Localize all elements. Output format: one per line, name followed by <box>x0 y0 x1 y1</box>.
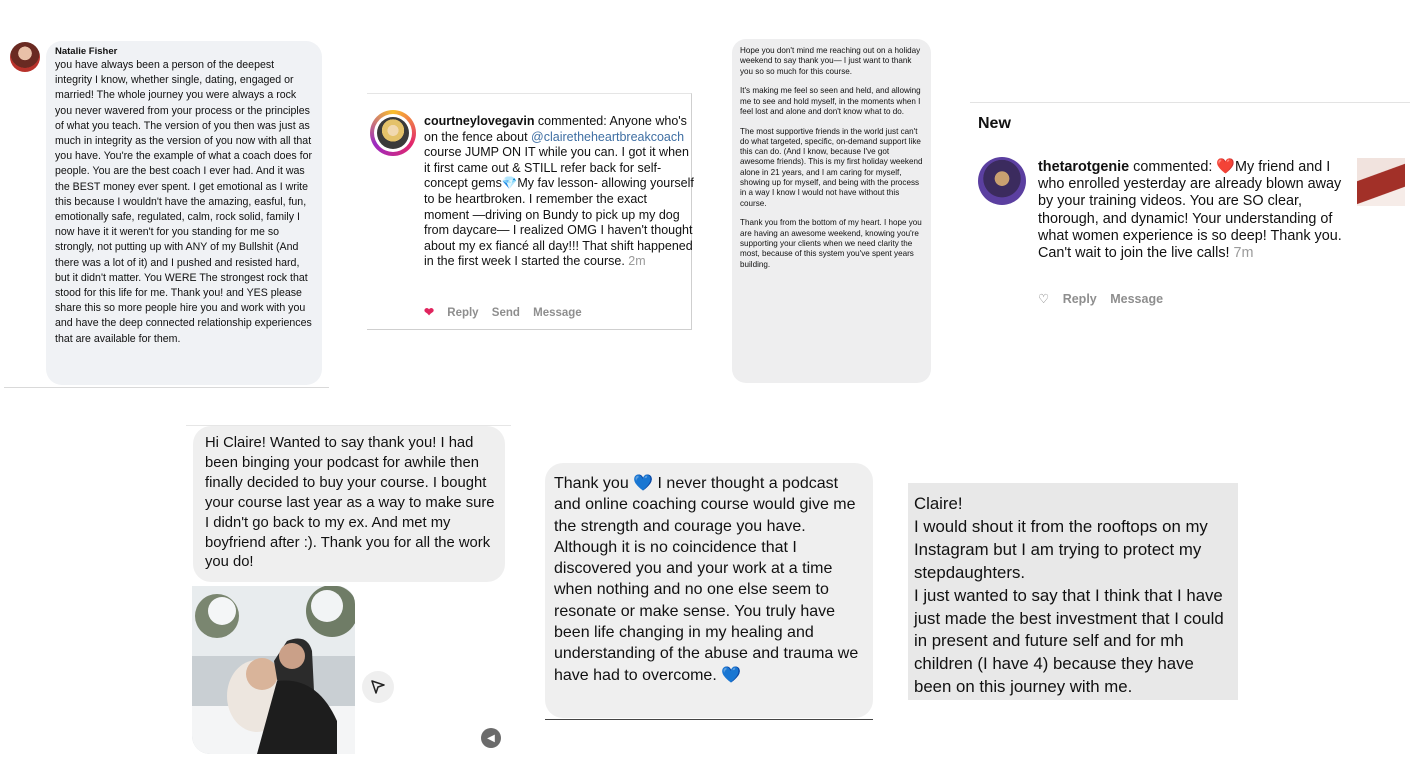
comment-lead: commented: <box>1129 159 1217 175</box>
heart-outline-icon[interactable]: ♡ <box>1038 292 1049 306</box>
comment-actions: ♡ Reply Message <box>1038 291 1173 306</box>
heart-icon: ❤️ <box>1216 158 1236 175</box>
courtney-avatar[interactable] <box>377 117 409 149</box>
comment-time: 2m <box>628 254 646 269</box>
message-paragraph: Thank you from the bottom of my heart. I… <box>740 218 922 269</box>
comment-time: 7m <box>1233 245 1254 262</box>
post-thumbnail[interactable] <box>1357 158 1405 206</box>
divider <box>970 102 1410 103</box>
blue-heart-icon: 💙 <box>633 475 654 492</box>
message-bubble: Hi Claire! Wanted to say thank you! I ha… <box>193 426 505 582</box>
comment-username[interactable]: courtneylovegavin <box>424 114 534 128</box>
divider <box>4 387 329 388</box>
blue-heart-icon: 💙 <box>721 666 742 684</box>
instagram-comment-text: courtneylovegavin commented: Anyone who'… <box>424 114 694 270</box>
divider <box>545 719 873 720</box>
message-body: I never thought a podcast and online coa… <box>554 475 859 684</box>
reply-button[interactable]: Reply <box>447 307 478 319</box>
message-bubble: Thank you 💙 I never thought a podcast an… <box>545 463 873 718</box>
message-line: I just wanted to say that I think that I… <box>914 585 1224 697</box>
reply-button[interactable]: Reply <box>1063 292 1097 306</box>
facebook-comment-bubble: Natalie Fisher you have always been a pe… <box>46 41 322 385</box>
message-button[interactable]: Message <box>533 307 582 319</box>
comment-body: course JUMP ON IT while you can. I got i… <box>424 145 694 269</box>
instagram-comment-text: thetarotgenie commented: ❤️My friend and… <box>1038 158 1348 262</box>
tarotgenie-avatar[interactable] <box>978 157 1026 205</box>
sound-icon[interactable]: ◀ <box>481 728 501 748</box>
natalie-avatar[interactable] <box>10 42 40 72</box>
mention-link[interactable]: @claire​theheartbreakcoach <box>531 130 684 144</box>
send-icon[interactable] <box>362 671 394 703</box>
message-bubble: Hope you don't mind me reaching out on a… <box>732 39 931 383</box>
send-button[interactable]: Send <box>492 307 520 319</box>
message-paragraph: It's making me feel so seen and held, an… <box>740 86 921 116</box>
message-paragraph: Hope you don't mind me reaching out on a… <box>740 46 921 76</box>
message-paragraph: The most supportive friends in the world… <box>740 126 923 208</box>
message-bubble: Claire! I would shout it from the roofto… <box>908 483 1238 700</box>
section-header: New <box>978 115 1011 132</box>
heart-icon[interactable]: ❤ <box>424 305 434 319</box>
commenter-name[interactable]: Natalie Fisher <box>55 46 313 58</box>
comment-text: you have always been a person of the dee… <box>55 59 313 345</box>
couple-photo[interactable] <box>192 586 355 754</box>
message-line: Claire! <box>914 494 963 513</box>
comment-username[interactable]: thetarotgenie <box>1038 159 1129 175</box>
message-lead: Thank you <box>554 475 634 492</box>
message-line: I would shout it from the rooftops on my… <box>914 516 1208 582</box>
message-button[interactable]: Message <box>1110 292 1163 306</box>
comment-actions: ❤ Reply Send Message <box>424 305 592 319</box>
